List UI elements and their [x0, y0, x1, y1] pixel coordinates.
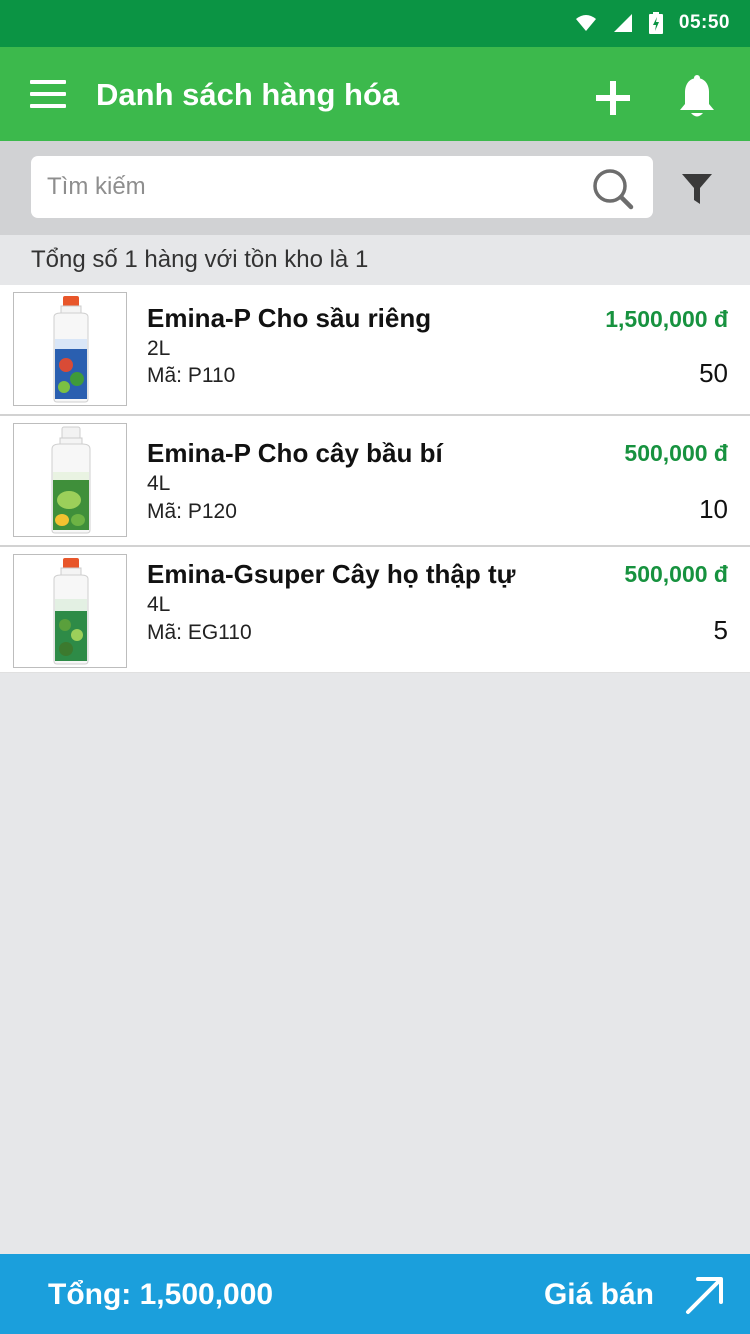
product-item[interactable]: Emina-Gsuper Cây họ thập tự 4L Mã: EG110… [0, 547, 750, 673]
product-stock: 50 [699, 358, 728, 388]
product-size: 4L [147, 472, 171, 495]
status-time: 05:50 [678, 12, 730, 33]
search-icon[interactable] [591, 167, 635, 211]
search-input[interactable] [47, 156, 587, 218]
product-image [13, 423, 127, 537]
product-stock: 5 [713, 615, 728, 645]
product-price: 1,500,000 đ [605, 306, 728, 332]
inventory-summary: Tổng số 1 hàng với tồn kho là 1 [31, 246, 369, 273]
product-image [13, 292, 127, 406]
price-mode-button[interactable]: Giá bán [544, 1278, 654, 1312]
product-stock: 10 [699, 494, 728, 524]
product-size: 2L [147, 337, 171, 360]
bell-icon[interactable] [676, 75, 718, 119]
wifi-icon [575, 15, 596, 31]
product-image [13, 554, 127, 668]
search-box [31, 156, 653, 218]
product-price: 500,000 đ [624, 561, 728, 587]
product-code: Mã: P120 [147, 500, 237, 523]
product-name: Emina-P Cho sầu riêng [147, 303, 432, 333]
bottle-cap [63, 296, 79, 307]
bottle-cap [61, 426, 81, 440]
product-code: Mã: EG110 [147, 621, 252, 644]
product-price: 500,000 đ [624, 440, 728, 466]
arrow-up-right-icon[interactable] [684, 1274, 726, 1316]
status-bar: 05:50 [0, 0, 750, 47]
bottom-bar: Tổng: 1,500,000 Giá bán [0, 1254, 750, 1334]
filter-icon[interactable] [680, 172, 714, 206]
product-item[interactable]: Emina-P Cho cây bầu bí 4L Mã: P120 500,0… [0, 416, 750, 547]
product-name: Emina-Gsuper Cây họ thập tự [147, 559, 516, 589]
battery-charging-icon [648, 12, 663, 34]
menu-icon[interactable] [30, 80, 66, 108]
total-amount: Tổng: 1,500,000 [48, 1278, 274, 1311]
product-item[interactable]: Emina-P Cho sầu riêng 2L Mã: P110 1,500,… [0, 285, 750, 416]
product-code: Mã: P110 [147, 364, 236, 387]
product-list: Emina-P Cho sầu riêng 2L Mã: P110 1,500,… [0, 285, 750, 673]
cell-signal-icon [613, 14, 632, 32]
product-name: Emina-P Cho cây bầu bí [147, 438, 443, 468]
plus-icon[interactable] [594, 79, 632, 117]
status-icons: 05:50 [575, 10, 730, 36]
page-title: Danh sách hàng hóa [96, 77, 400, 112]
app-bar: Danh sách hàng hóa [0, 47, 750, 141]
bottle-cap [63, 558, 79, 569]
search-bar [0, 141, 750, 235]
product-size: 4L [147, 593, 171, 616]
